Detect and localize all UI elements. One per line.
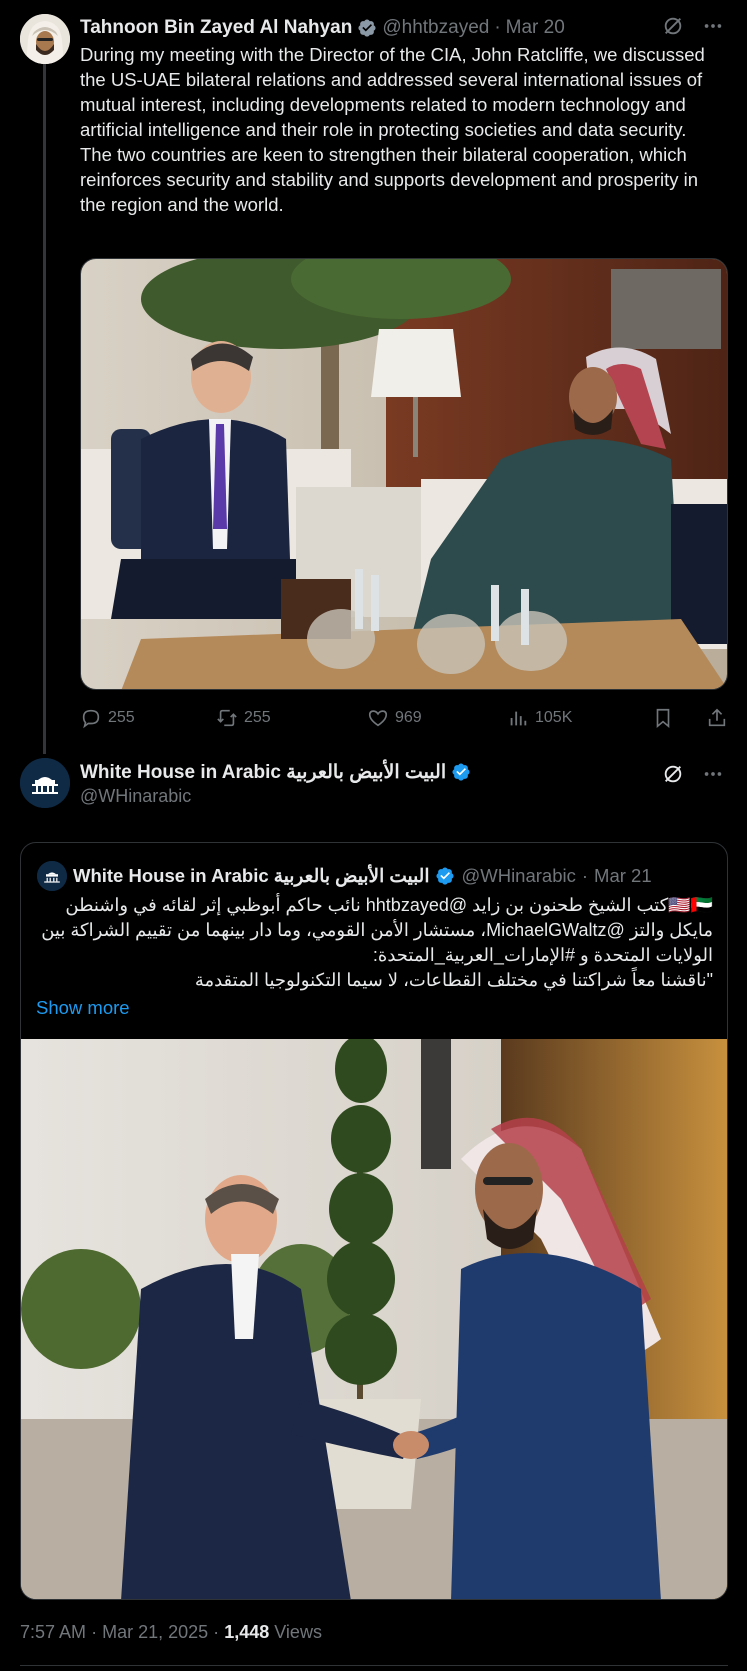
verified-badge-icon bbox=[358, 19, 376, 37]
like-button[interactable]: 969 bbox=[367, 707, 507, 729]
repost-button[interactable]: 255 bbox=[216, 707, 367, 729]
more-options-icon[interactable] bbox=[701, 762, 725, 786]
quoted-tweet-date: Mar 21 bbox=[594, 865, 652, 886]
reply-count: 255 bbox=[108, 709, 135, 726]
share-button[interactable] bbox=[690, 707, 728, 729]
tweet-header-whitehouse: White House in Arabic البيت الأبيض بالعر… bbox=[80, 760, 640, 807]
tweet-top-actions bbox=[661, 14, 725, 38]
tweet-date[interactable]: Mar 20 bbox=[506, 17, 565, 39]
views-button[interactable]: 105K bbox=[507, 707, 652, 729]
quoted-tweet-text: 🇺🇸🇦🇪كتب الشيخ طحنون بن زايد @hhtbzayed ن… bbox=[41, 895, 713, 990]
separator-dot: · bbox=[494, 17, 501, 38]
thread-connector-line bbox=[43, 64, 46, 754]
author-name[interactable]: White House in Arabic البيت الأبيض بالعر… bbox=[80, 761, 446, 784]
views-count: 1,448 bbox=[224, 1622, 270, 1642]
tweet-photo-meeting[interactable] bbox=[80, 258, 728, 690]
quoted-tweet-header: White House in Arabic البيت الأبيض بالعر… bbox=[37, 861, 652, 891]
tweet-full-date[interactable]: Mar 21, 2025 bbox=[102, 1622, 208, 1642]
bookmark-icon bbox=[656, 708, 670, 729]
repost-icon bbox=[217, 709, 237, 727]
author-avatar-whitehouse[interactable] bbox=[20, 758, 70, 808]
reply-button[interactable]: 255 bbox=[80, 707, 216, 729]
analytics-icon bbox=[510, 711, 527, 726]
quoted-author-handle: @WHinarabic bbox=[461, 865, 576, 886]
verified-badge-icon bbox=[436, 867, 455, 885]
quoted-tweet-photo-handshake[interactable] bbox=[21, 1039, 727, 1599]
author-handle[interactable]: @WHinarabic bbox=[80, 786, 640, 807]
show-more-link[interactable]: Show more bbox=[36, 997, 130, 1019]
quoted-author-avatar bbox=[37, 861, 67, 891]
repost-count: 255 bbox=[244, 709, 271, 726]
author-handle[interactable]: @hhtbzayed bbox=[382, 17, 489, 39]
divider bbox=[20, 1665, 728, 1666]
separator-dot: · bbox=[213, 1622, 220, 1642]
grok-icon[interactable] bbox=[661, 14, 685, 38]
views-count: 105K bbox=[535, 709, 573, 726]
grok-icon[interactable] bbox=[661, 762, 685, 786]
tweet-text: During my meeting with the Director of t… bbox=[80, 44, 705, 215]
separator-dot: · bbox=[581, 865, 589, 886]
share-icon bbox=[708, 708, 726, 727]
tweet-top-actions bbox=[661, 762, 725, 786]
separator-dot: · bbox=[91, 1622, 98, 1642]
author-name[interactable]: Tahnoon Bin Zayed Al Nahyan bbox=[80, 17, 352, 39]
quoted-tweet-card[interactable]: White House in Arabic البيت الأبيض بالعر… bbox=[20, 842, 728, 1600]
author-avatar[interactable] bbox=[20, 14, 70, 64]
tweet-header: Tahnoon Bin Zayed Al Nahyan @hhtbzayed ·… bbox=[80, 16, 670, 40]
reply-icon bbox=[82, 709, 100, 729]
more-options-icon[interactable] bbox=[701, 14, 725, 38]
views-label: Views bbox=[274, 1622, 322, 1642]
quoted-author-name: White House in Arabic البيت الأبيض بالعر… bbox=[73, 865, 430, 886]
tweet-timestamp-views: 7:57 AM · Mar 21, 2025 · 1,448 Views bbox=[20, 1622, 322, 1643]
like-count: 969 bbox=[395, 709, 422, 726]
tweet-time[interactable]: 7:57 AM bbox=[20, 1622, 86, 1642]
tweet-engagement-bar: 255 255 969 105K bbox=[80, 704, 728, 732]
heart-icon bbox=[368, 710, 388, 727]
verified-badge-icon bbox=[452, 763, 470, 781]
bookmark-button[interactable] bbox=[652, 707, 690, 729]
